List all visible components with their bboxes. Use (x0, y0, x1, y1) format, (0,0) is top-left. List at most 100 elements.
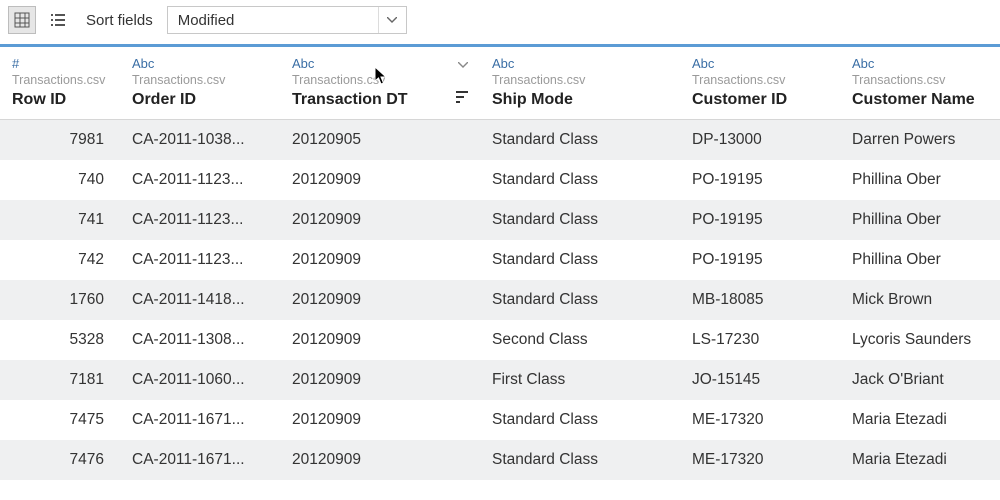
text-type-icon: Abc (492, 56, 514, 71)
column-field-name: Transaction DT (292, 91, 470, 109)
cell-customer-name: Jack O'Briant (840, 371, 1000, 389)
cell-customer-name: Mick Brown (840, 291, 1000, 309)
column-headers: # Transactions.csv Row ID Abc Transactions.c… (0, 47, 1000, 120)
sort-fields-select[interactable]: Modified (167, 6, 407, 34)
cell-customer-id: JO-15145 (680, 371, 840, 389)
chevron-down-icon (378, 7, 406, 33)
cell-row-id: 7475 (0, 411, 120, 429)
column-source-label: Transactions.csv (12, 73, 110, 87)
cell-row-id: 740 (0, 171, 120, 189)
cell-customer-id: ME-17320 (680, 411, 840, 429)
cell-customer-name: Phillina Ober (840, 171, 1000, 189)
sort-fields-value: Modified (168, 12, 378, 29)
column-field-name: Customer ID (692, 91, 830, 109)
toolbar: Sort fields Modified (0, 0, 1000, 44)
cell-customer-id: MB-18085 (680, 291, 840, 309)
cell-txn-dt: 20120909 (280, 451, 480, 469)
cell-order-id: CA-2011-1308... (120, 331, 280, 349)
cell-customer-name: Phillina Ober (840, 211, 1000, 229)
cell-order-id: CA-2011-1060... (120, 371, 280, 389)
column-field-name: Ship Mode (492, 91, 670, 109)
column-header[interactable]: Abc Transactions.csv Customer Name (840, 47, 1000, 119)
table-row[interactable]: 7181CA-2011-1060...20120909First ClassJO… (0, 360, 1000, 400)
cell-customer-id: PO-19195 (680, 251, 840, 269)
table-row[interactable]: 7476CA-2011-1671...20120909Standard Clas… (0, 440, 1000, 480)
cell-order-id: CA-2011-1418... (120, 291, 280, 309)
column-source-label: Transactions.csv (132, 73, 270, 87)
cell-row-id: 5328 (0, 331, 120, 349)
cell-txn-dt: 20120909 (280, 371, 480, 389)
column-header[interactable]: Abc Transactions.csv Order ID (120, 47, 280, 119)
cell-txn-dt: 20120905 (280, 131, 480, 149)
cell-row-id: 7981 (0, 131, 120, 149)
column-menu-caret-icon[interactable] (458, 55, 468, 72)
cell-customer-id: LS-17230 (680, 331, 840, 349)
sort-icon[interactable] (456, 90, 470, 107)
table-row[interactable]: 5328CA-2011-1308...20120909Second ClassL… (0, 320, 1000, 360)
column-header[interactable]: Abc Transactions.csv Ship Mode (480, 47, 680, 119)
table-row[interactable]: 1760CA-2011-1418...20120909Standard Clas… (0, 280, 1000, 320)
cell-order-id: CA-2011-1038... (120, 131, 280, 149)
cell-ship-mode: Standard Class (480, 131, 680, 149)
cell-txn-dt: 20120909 (280, 291, 480, 309)
text-type-icon: Abc (292, 56, 314, 71)
cell-customer-id: DP-13000 (680, 131, 840, 149)
cell-txn-dt: 20120909 (280, 411, 480, 429)
cell-txn-dt: 20120909 (280, 251, 480, 269)
cell-txn-dt: 20120909 (280, 331, 480, 349)
column-source-label: Transactions.csv (852, 73, 990, 87)
column-header[interactable]: Abc Transactions.csv Transaction DT (280, 47, 480, 119)
table-row[interactable]: 742CA-2011-1123...20120909Standard Class… (0, 240, 1000, 280)
cell-ship-mode: Standard Class (480, 411, 680, 429)
column-source-label: Transactions.csv (492, 73, 670, 87)
cell-order-id: CA-2011-1671... (120, 451, 280, 469)
cell-customer-id: PO-19195 (680, 171, 840, 189)
grid-view-button[interactable] (8, 6, 36, 34)
cell-ship-mode: Second Class (480, 331, 680, 349)
cell-customer-id: ME-17320 (680, 451, 840, 469)
text-type-icon: Abc (692, 56, 714, 71)
table-row[interactable]: 7475CA-2011-1671...20120909Standard Clas… (0, 400, 1000, 440)
column-source-label: Transactions.csv (292, 73, 470, 87)
column-field-name: Row ID (12, 91, 110, 109)
sort-fields-label: Sort fields (86, 12, 153, 29)
text-type-icon: Abc (852, 56, 874, 71)
cell-row-id: 742 (0, 251, 120, 269)
cell-order-id: CA-2011-1123... (120, 171, 280, 189)
number-type-icon: # (12, 56, 19, 71)
column-header[interactable]: # Transactions.csv Row ID (0, 47, 120, 119)
cell-row-id: 1760 (0, 291, 120, 309)
cell-customer-name: Darren Powers (840, 131, 1000, 149)
cell-ship-mode: Standard Class (480, 291, 680, 309)
list-icon (50, 12, 66, 28)
cell-row-id: 7181 (0, 371, 120, 389)
table-row[interactable]: 7981CA-2011-1038...20120905Standard Clas… (0, 120, 1000, 160)
cell-customer-name: Maria Etezadi (840, 451, 1000, 469)
cell-ship-mode: Standard Class (480, 251, 680, 269)
grid-icon (14, 12, 30, 28)
cell-customer-name: Phillina Ober (840, 251, 1000, 269)
cell-ship-mode: Standard Class (480, 211, 680, 229)
cell-ship-mode: Standard Class (480, 171, 680, 189)
cell-txn-dt: 20120909 (280, 171, 480, 189)
cell-order-id: CA-2011-1671... (120, 411, 280, 429)
table-row[interactable]: 741CA-2011-1123...20120909Standard Class… (0, 200, 1000, 240)
cell-customer-id: PO-19195 (680, 211, 840, 229)
cell-customer-name: Maria Etezadi (840, 411, 1000, 429)
table-row[interactable]: 740CA-2011-1123...20120909Standard Class… (0, 160, 1000, 200)
cell-ship-mode: First Class (480, 371, 680, 389)
list-view-button[interactable] (44, 6, 72, 34)
text-type-icon: Abc (132, 56, 154, 71)
cell-customer-name: Lycoris Saunders (840, 331, 1000, 349)
cell-row-id: 7476 (0, 451, 120, 469)
cell-order-id: CA-2011-1123... (120, 211, 280, 229)
column-source-label: Transactions.csv (692, 73, 830, 87)
cell-row-id: 741 (0, 211, 120, 229)
column-header[interactable]: Abc Transactions.csv Customer ID (680, 47, 840, 119)
cell-txn-dt: 20120909 (280, 211, 480, 229)
data-rows: 7981CA-2011-1038...20120905Standard Clas… (0, 120, 1000, 480)
cell-ship-mode: Standard Class (480, 451, 680, 469)
cell-order-id: CA-2011-1123... (120, 251, 280, 269)
column-field-name: Order ID (132, 91, 270, 109)
column-field-name: Customer Name (852, 91, 990, 109)
